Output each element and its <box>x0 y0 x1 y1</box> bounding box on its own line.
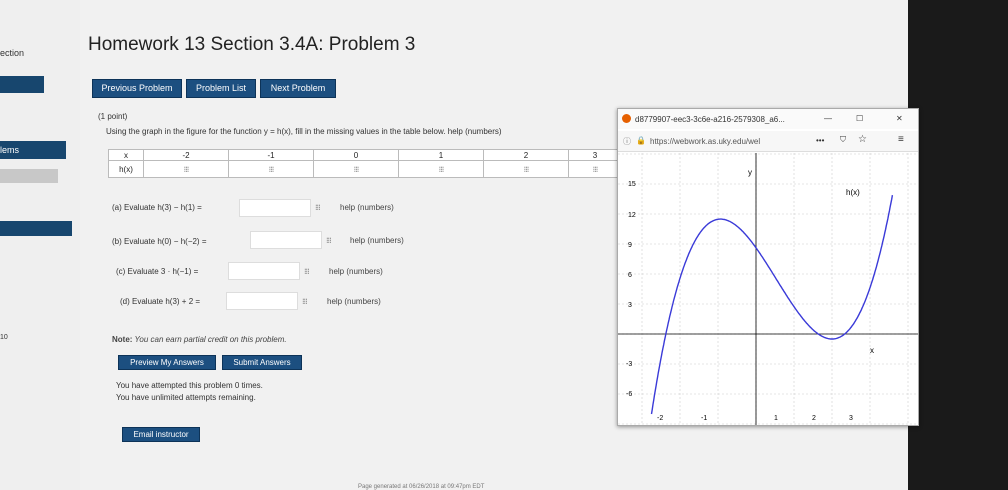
problem-instruction: Using the graph in the figure for the fu… <box>106 127 502 136</box>
question-a-label: (a) Evaluate h(3) − h(1) = <box>112 203 202 212</box>
sidebar-item[interactable] <box>0 169 58 183</box>
table-input-cell[interactable]: ⁝⁝⁝ <box>313 160 399 178</box>
table-x-value: 0 <box>313 149 399 161</box>
table-x-value: 3 <box>568 149 622 161</box>
table-input-cell[interactable]: ⁝⁝⁝ <box>228 160 314 178</box>
y-tick-label: -6 <box>626 391 632 398</box>
table-header-row: x -2 -1 0 1 2 3 <box>108 149 622 161</box>
problem-points: (1 point) <box>98 112 128 121</box>
dark-background <box>908 0 1008 490</box>
sidebar: ection lems 10 <box>0 0 80 490</box>
table-input-cell[interactable]: ⁝⁝⁝ <box>568 160 622 178</box>
lock-icon: 🔒 <box>636 136 646 145</box>
minimize-button[interactable]: — <box>824 114 832 123</box>
preview-answers-button[interactable]: Preview My Answers <box>118 355 216 370</box>
y-tick-label: 15 <box>628 181 636 188</box>
y-axis-label: y <box>748 168 752 177</box>
table-hx-label: h(x) <box>108 160 144 178</box>
y-tick-label: -3 <box>626 361 632 368</box>
problem-list-button[interactable]: Problem List <box>186 79 256 98</box>
sidebar-nav-bar[interactable] <box>0 76 44 93</box>
page-title: Homework 13 Section 3.4A: Problem 3 <box>88 34 416 55</box>
x-tick-label: 2 <box>812 415 816 422</box>
y-tick-label: 9 <box>628 242 632 249</box>
partial-credit-note: Note: You can earn partial credit on thi… <box>112 335 287 344</box>
help-numbers-link[interactable]: help (numbers) <box>340 203 394 212</box>
close-button[interactable]: ✕ <box>896 114 903 123</box>
sidebar-number: 10 <box>0 334 8 341</box>
question-b-label: (b) Evaluate h(0) − h(−2) = <box>112 237 207 246</box>
graph-popup-window: d8779907-eec3-3c6e-a216-2579308_a6... — … <box>617 108 919 426</box>
equation-grid-icon[interactable]: ⁝⁝⁝ <box>593 165 599 174</box>
x-tick-label: -1 <box>701 415 707 422</box>
y-tick-label: 12 <box>628 212 636 219</box>
equation-grid-icon[interactable]: ⁝⁝⁝ <box>315 203 321 212</box>
question-d-label: (d) Evaluate h(3) + 2 = <box>120 297 201 306</box>
note-text: You can earn partial credit on this prob… <box>132 335 287 344</box>
sidebar-problems-bar[interactable]: lems <box>0 141 66 159</box>
curve-label: h(x) <box>846 188 860 197</box>
answer-b-input[interactable] <box>250 231 322 249</box>
graph-background <box>618 153 918 425</box>
submit-answers-button[interactable]: Submit Answers <box>222 355 302 370</box>
pocket-icon[interactable]: ⛉ <box>840 135 846 145</box>
help-numbers-link[interactable]: help (numbers) <box>350 236 404 245</box>
sidebar-set-bar[interactable] <box>0 221 72 236</box>
next-problem-button[interactable]: Next Problem <box>260 79 336 98</box>
popup-url-bar[interactable]: ⓘ 🔒 https://webwork.as.uky.edu/wel ••• ⛉… <box>618 131 918 152</box>
popup-tab-title: d8779907-eec3-3c6e-a216-2579308_a6... <box>635 115 785 124</box>
page-actions-icon[interactable]: ••• <box>816 136 824 145</box>
equation-grid-icon[interactable]: ⁝⁝⁝ <box>304 267 310 276</box>
values-table: x -2 -1 0 1 2 3 h(x) ⁝⁝⁝ ⁝⁝⁝ ⁝⁝⁝ ⁝⁝⁝ ⁝⁝⁝… <box>108 149 622 178</box>
table-input-cell[interactable]: ⁝⁝⁝ <box>483 160 569 178</box>
sidebar-section-label: ection <box>0 48 25 58</box>
attempts-count: You have attempted this problem 0 times. <box>116 381 263 390</box>
equation-grid-icon[interactable]: ⁝⁝⁝ <box>354 165 360 174</box>
answer-a-input[interactable] <box>239 199 311 217</box>
y-tick-label: 3 <box>628 302 632 309</box>
answer-c-input[interactable] <box>228 262 300 280</box>
note-bold: Note: <box>112 335 133 344</box>
equation-grid-icon[interactable]: ⁝⁝⁝ <box>269 165 275 174</box>
equation-grid-icon[interactable]: ⁝⁝⁝ <box>184 165 190 174</box>
table-x-value: 2 <box>483 149 569 161</box>
x-tick-label: 1 <box>774 415 778 422</box>
page-footer: Page generated at 06/26/2018 at 09:47pm … <box>358 484 485 490</box>
previous-problem-button[interactable]: Previous Problem <box>92 79 182 98</box>
x-tick-label: -2 <box>657 415 663 422</box>
menu-icon[interactable]: ≡ <box>898 134 904 145</box>
equation-grid-icon[interactable]: ⁝⁝⁝ <box>302 297 308 306</box>
popup-titlebar[interactable]: d8779907-eec3-3c6e-a216-2579308_a6... — … <box>618 109 918 129</box>
x-tick-label: 3 <box>849 415 853 422</box>
table-input-cell[interactable]: ⁝⁝⁝ <box>398 160 484 178</box>
help-numbers-link[interactable]: help (numbers) <box>327 297 381 306</box>
answer-d-input[interactable] <box>226 292 298 310</box>
x-axis-label: x <box>870 346 874 355</box>
table-input-row: h(x) ⁝⁝⁝ ⁝⁝⁝ ⁝⁝⁝ ⁝⁝⁝ ⁝⁝⁝ ⁝⁝⁝ <box>108 160 622 178</box>
function-graph: y x h(x) 15 12 9 6 3 -3 -6 -2 -1 1 2 3 <box>618 153 918 425</box>
table-x-value: -1 <box>228 149 314 161</box>
equation-grid-icon[interactable]: ⁝⁝⁝ <box>326 236 332 245</box>
firefox-icon <box>622 114 631 123</box>
table-input-cell[interactable]: ⁝⁝⁝ <box>143 160 229 178</box>
table-x-value: -2 <box>143 149 229 161</box>
help-numbers-link[interactable]: help (numbers) <box>329 267 383 276</box>
y-tick-label: 6 <box>628 272 632 279</box>
popup-url[interactable]: https://webwork.as.uky.edu/wel <box>650 137 760 146</box>
maximize-button[interactable]: ☐ <box>856 114 863 123</box>
sidebar-problems-label: lems <box>0 145 20 155</box>
info-icon[interactable]: ⓘ <box>623 136 631 147</box>
attempts-remaining: You have unlimited attempts remaining. <box>116 393 256 402</box>
bookmark-star-icon[interactable]: ☆ <box>858 134 867 145</box>
table-x-value: 1 <box>398 149 484 161</box>
table-x-label: x <box>108 149 144 161</box>
question-c-label: (c) Evaluate 3 · h(−1) = <box>116 267 199 276</box>
equation-grid-icon[interactable]: ⁝⁝⁝ <box>439 165 445 174</box>
equation-grid-icon[interactable]: ⁝⁝⁝ <box>524 165 530 174</box>
email-instructor-button[interactable]: Email instructor <box>122 427 200 442</box>
